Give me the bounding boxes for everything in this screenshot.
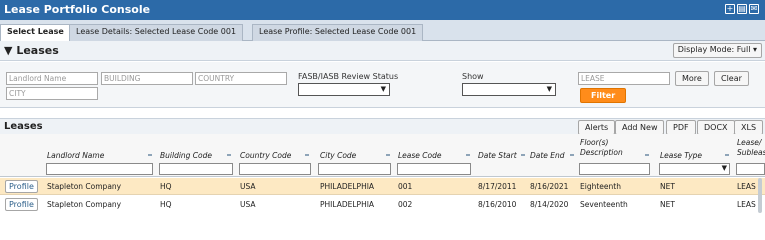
sort-icon[interactable] bbox=[570, 154, 574, 156]
cell-date-start: 8/17/2011 bbox=[478, 182, 517, 191]
expand-icon[interactable]: + bbox=[725, 4, 735, 14]
filter-lease-type-select[interactable]: ▼ bbox=[659, 163, 730, 175]
building-input[interactable]: BUILDING bbox=[101, 72, 193, 85]
cell-floor: Eighteenth bbox=[580, 182, 621, 191]
chevron-down-icon: ▼ bbox=[546, 85, 552, 93]
title-icons: + ▤ ✉ bbox=[725, 4, 759, 14]
filter-building-code[interactable] bbox=[159, 163, 233, 175]
tab-bar: Select Lease Lease Details: Selected Lea… bbox=[0, 20, 765, 42]
docx-button[interactable]: DOCX bbox=[697, 120, 735, 135]
sort-icon[interactable] bbox=[386, 154, 390, 156]
filter-landlord-name[interactable] bbox=[46, 163, 153, 175]
landlord-name-input[interactable]: Landlord Name bbox=[6, 72, 98, 85]
clear-button[interactable]: Clear bbox=[714, 71, 749, 86]
show-label: Show bbox=[462, 72, 484, 81]
alerts-button[interactable]: Alerts bbox=[578, 120, 616, 135]
cell-lease-sublease: LEAS bbox=[737, 200, 756, 209]
filter-panel: Landlord Name BUILDING COUNTRY CITY FASB… bbox=[0, 62, 765, 108]
sort-icon[interactable] bbox=[645, 154, 649, 156]
cell-city: PHILADELPHIA bbox=[320, 200, 375, 209]
add-new-button[interactable]: Add New bbox=[615, 120, 665, 135]
filter-country-code[interactable] bbox=[239, 163, 311, 175]
sort-icon[interactable] bbox=[466, 154, 470, 156]
sort-icon[interactable] bbox=[227, 154, 231, 156]
chevron-down-icon: ▼ bbox=[380, 85, 386, 93]
cell-lease-type: NET bbox=[660, 200, 675, 209]
filter-lease-code[interactable] bbox=[397, 163, 471, 175]
fasb-label: FASB/IASB Review Status bbox=[298, 72, 399, 81]
cell-building: HQ bbox=[160, 182, 172, 191]
tab-lease-profile[interactable]: Lease Profile: Selected Lease Code 001 bbox=[252, 24, 424, 41]
filter-lease-sublease[interactable] bbox=[736, 163, 765, 175]
profile-button[interactable]: Profile bbox=[5, 198, 38, 211]
profile-button[interactable]: Profile bbox=[5, 180, 38, 193]
col-country-code[interactable]: Country Code bbox=[240, 151, 291, 160]
tab-lease-details[interactable]: Lease Details: Selected Lease Code 001 bbox=[69, 24, 244, 41]
show-select[interactable]: ▼ bbox=[462, 83, 556, 96]
col-date-end[interactable]: Date End bbox=[530, 151, 565, 160]
filter-city-code[interactable] bbox=[318, 163, 391, 175]
leases-section-header: ▼ Leases Display Mode: Full ▾ bbox=[0, 41, 765, 61]
cell-lease-code: 001 bbox=[398, 182, 413, 191]
col-city-code[interactable]: City Code bbox=[320, 151, 356, 160]
cell-date-start: 8/16/2010 bbox=[478, 200, 517, 209]
cell-date-end: 8/14/2020 bbox=[530, 200, 569, 209]
email-icon[interactable]: ✉ bbox=[749, 4, 759, 14]
sort-icon[interactable] bbox=[725, 154, 729, 156]
col-lease-code[interactable]: Lease Code bbox=[398, 151, 442, 160]
vertical-scrollbar[interactable] bbox=[758, 178, 762, 213]
table-row[interactable]: Profile Stapleton Company HQ USA PHILADE… bbox=[0, 178, 765, 195]
table-row[interactable]: Profile Stapleton Company HQ USA PHILADE… bbox=[0, 196, 765, 213]
chevron-down-icon: ▼ bbox=[721, 164, 727, 172]
grid-toolbar: Leases Alerts Add New PDF DOCX XLS bbox=[0, 118, 765, 135]
filter-floor-description[interactable] bbox=[579, 163, 650, 175]
print-icon[interactable]: ▤ bbox=[737, 4, 747, 14]
cell-lease-code: 002 bbox=[398, 200, 413, 209]
col-landlord-name[interactable]: Landlord Name bbox=[47, 151, 104, 160]
sort-icon[interactable] bbox=[305, 154, 309, 156]
cell-building: HQ bbox=[160, 200, 172, 209]
cell-city: PHILADELPHIA bbox=[320, 182, 375, 191]
col-lease-sublease[interactable]: Lease/ Sublease bbox=[737, 138, 765, 158]
pdf-button[interactable]: PDF bbox=[666, 120, 696, 135]
cell-lease-type: NET bbox=[660, 182, 675, 191]
section-title[interactable]: ▼ Leases bbox=[4, 44, 59, 57]
col-lease-type[interactable]: Lease Type bbox=[660, 151, 702, 160]
cell-lease-sublease: LEAS bbox=[737, 182, 756, 191]
sort-icon[interactable] bbox=[148, 154, 152, 156]
xls-button[interactable]: XLS bbox=[734, 120, 764, 135]
app-title: Lease Portfolio Console bbox=[4, 3, 151, 16]
filter-button[interactable]: Filter bbox=[580, 88, 627, 103]
cell-landlord: Stapleton Company bbox=[47, 182, 122, 191]
city-input[interactable]: CITY bbox=[6, 87, 98, 100]
more-button[interactable]: More bbox=[675, 71, 709, 86]
cell-country: USA bbox=[240, 200, 256, 209]
cell-country: USA bbox=[240, 182, 256, 191]
country-input[interactable]: COUNTRY bbox=[195, 72, 287, 85]
grid-header: Landlord Name Building Code Country Code… bbox=[0, 134, 765, 177]
col-floor-description[interactable]: Floor(s) Description bbox=[580, 138, 638, 158]
cell-date-end: 8/16/2021 bbox=[530, 182, 569, 191]
lease-input[interactable]: LEASE bbox=[578, 72, 670, 85]
sort-icon[interactable] bbox=[521, 154, 525, 156]
grid-title: Leases bbox=[4, 121, 43, 132]
display-mode-dropdown[interactable]: Display Mode: Full ▾ bbox=[672, 43, 762, 58]
cell-floor: Seventeenth bbox=[580, 200, 628, 209]
col-date-start[interactable]: Date Start bbox=[478, 151, 517, 160]
col-building-code[interactable]: Building Code bbox=[160, 151, 212, 160]
tab-select-lease[interactable]: Select Lease bbox=[0, 24, 71, 42]
fasb-status-select[interactable]: ▼ bbox=[298, 83, 390, 96]
collapse-icon[interactable]: ▼ bbox=[4, 44, 12, 57]
title-bar: Lease Portfolio Console + ▤ ✉ bbox=[0, 0, 765, 20]
cell-landlord: Stapleton Company bbox=[47, 200, 122, 209]
